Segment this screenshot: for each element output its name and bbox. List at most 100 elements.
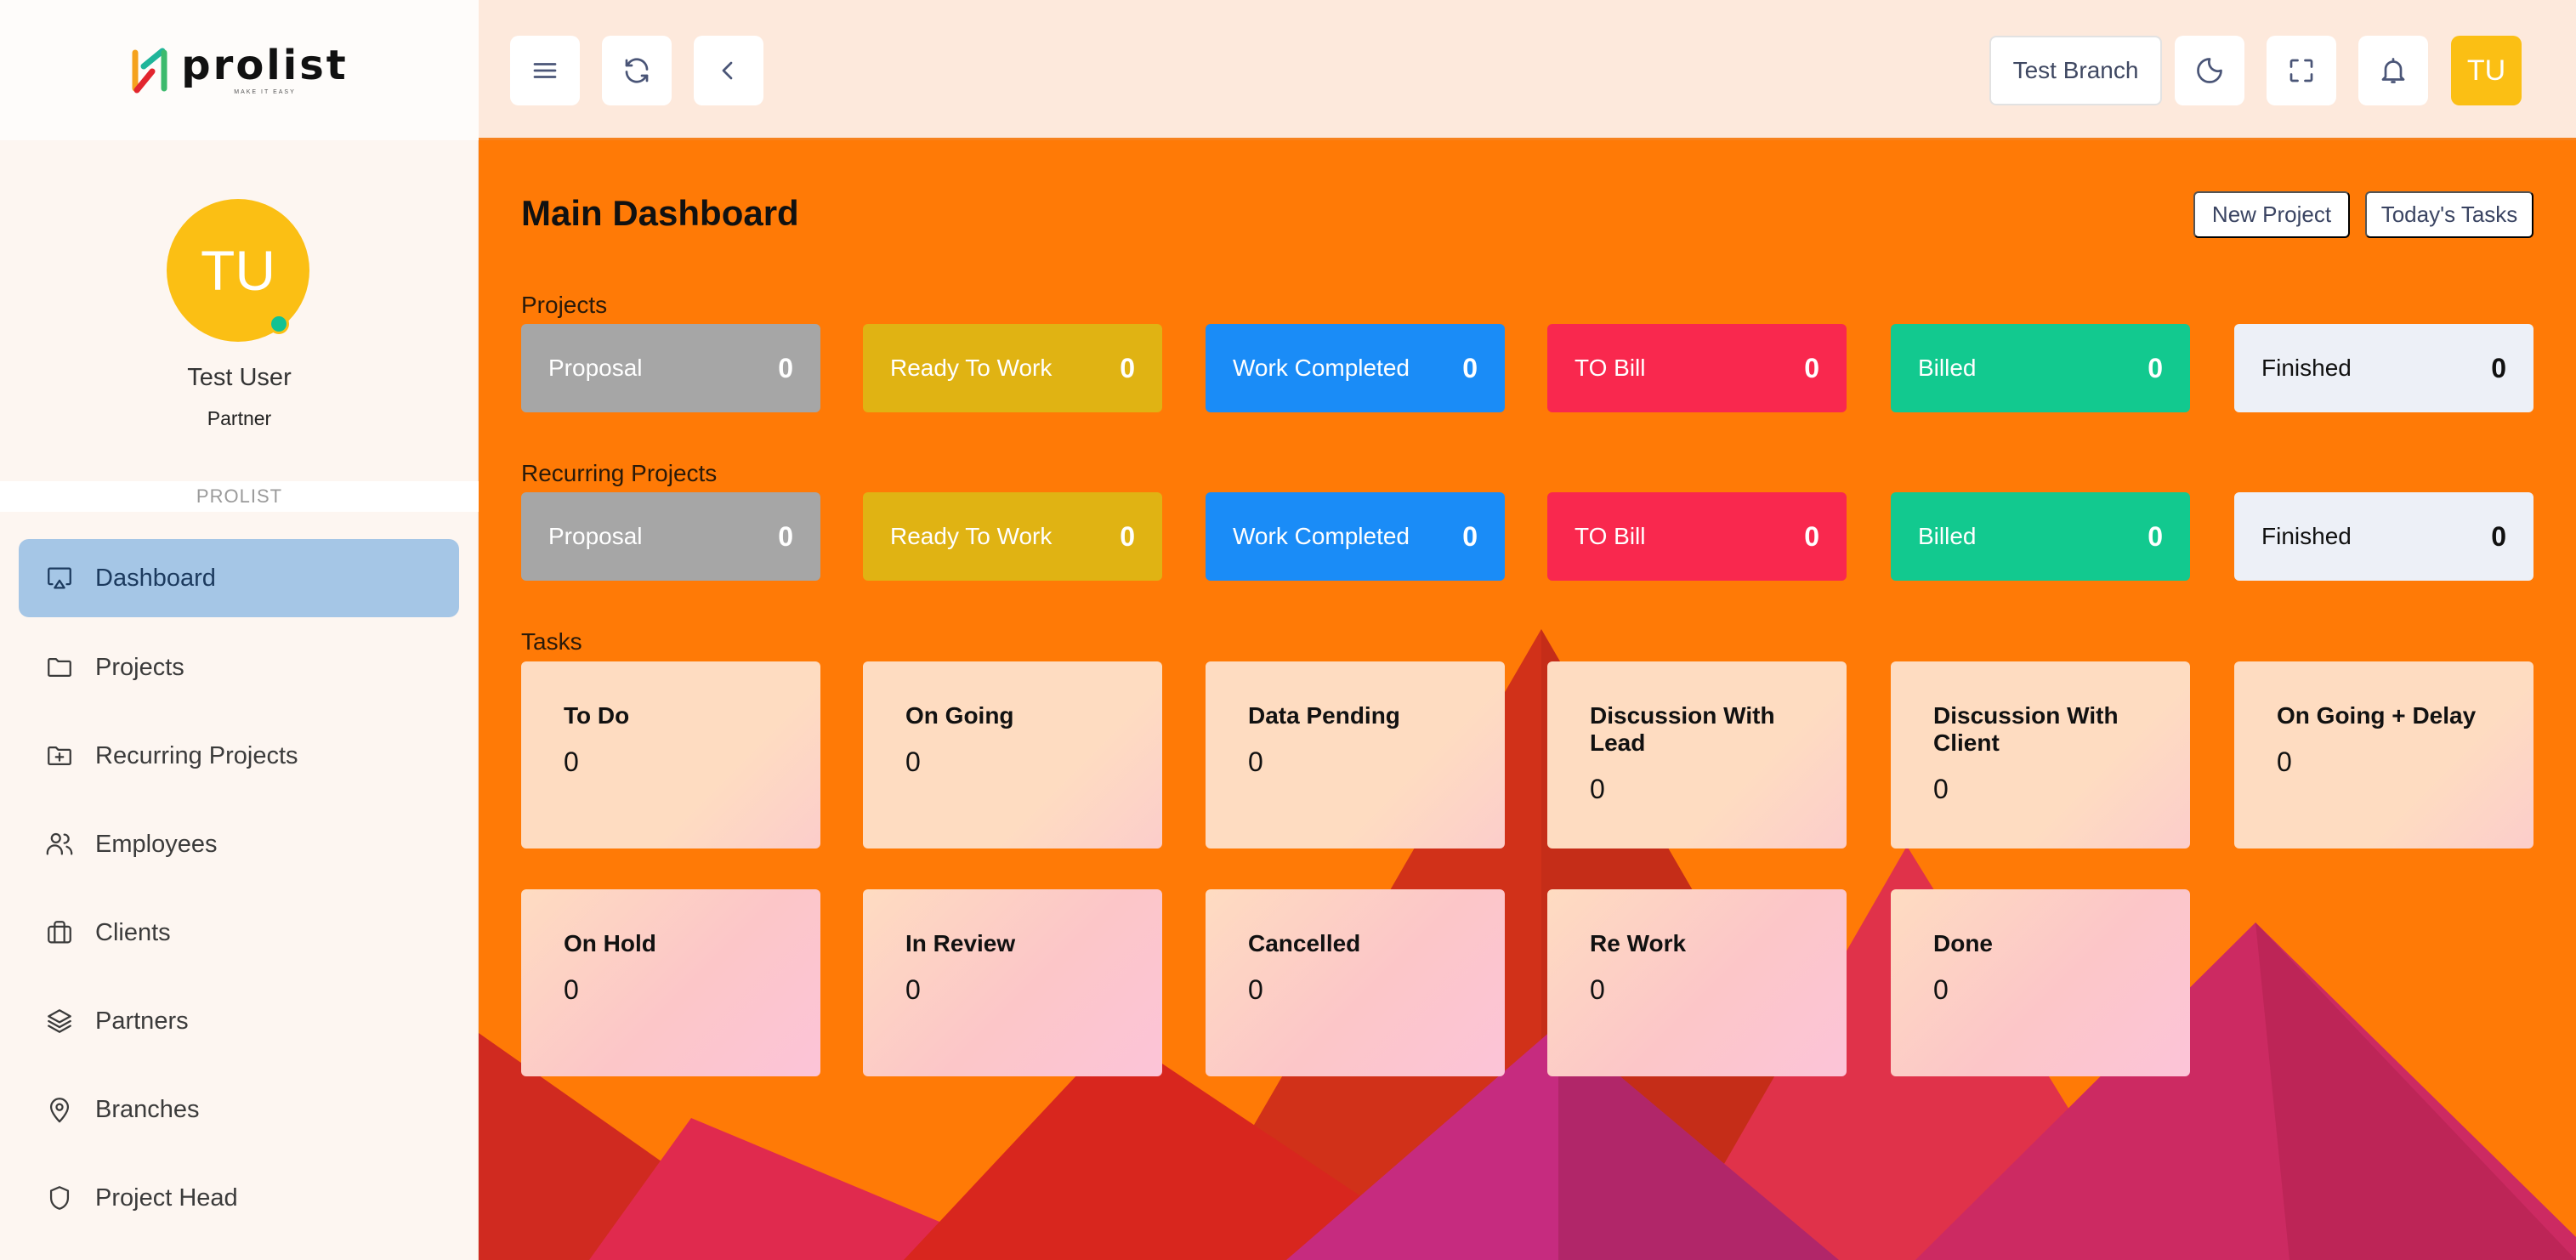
prolist-logo-icon xyxy=(132,48,167,93)
sidebar-section-title: PROLIST xyxy=(0,481,479,512)
recurring-card-billed[interactable]: Billed 0 xyxy=(1891,492,2190,581)
task-status-label: On Hold xyxy=(564,930,656,956)
task-status-count: 0 xyxy=(1590,774,1605,805)
sidebar-item-label: Employees xyxy=(95,830,218,858)
status-label: Billed xyxy=(1918,523,1977,549)
status-count: 0 xyxy=(1120,352,1135,383)
page-title: Main Dashboard xyxy=(521,193,799,233)
bell-icon xyxy=(2381,58,2405,83)
sidebar-item-label: Project Head xyxy=(95,1183,238,1212)
task-status-label: In Review xyxy=(905,930,1016,956)
status-count: 0 xyxy=(1804,352,1819,383)
task-status-label: Done xyxy=(1933,930,1993,956)
task-card-re-work[interactable]: Re Work 0 xyxy=(1547,889,1847,1076)
sidebar-item-label: Branches xyxy=(95,1095,200,1123)
status-count: 0 xyxy=(1462,352,1478,383)
sidebar-item-partners[interactable]: Partners xyxy=(19,982,459,1060)
status-label: Billed xyxy=(1918,355,1977,381)
sidebar-item-recurring-projects[interactable]: Recurring Projects xyxy=(19,717,459,795)
task-status-label: Discussion With Lead xyxy=(1590,702,1775,757)
projects-card-proposal[interactable]: Proposal 0 xyxy=(521,324,820,412)
sidebar-item-project-head[interactable]: Project Head xyxy=(19,1159,459,1237)
task-status-count: 0 xyxy=(1933,774,1949,805)
recurring-projects-section-label: Recurring Projects xyxy=(521,460,718,486)
status-count: 0 xyxy=(2491,352,2506,383)
sidebar-item-dashboard[interactable]: Dashboard xyxy=(19,539,459,617)
sidebar-item-label: Projects xyxy=(95,653,184,681)
task-card-to-do[interactable]: To Do 0 xyxy=(521,661,820,849)
top-bar: Test Branch TU xyxy=(479,0,2576,140)
task-card-discussion-with-lead[interactable]: Discussion With Lead 0 xyxy=(1547,661,1847,849)
sidebar-item-branches[interactable]: Branches xyxy=(19,1070,459,1149)
task-card-on-hold[interactable]: On Hold 0 xyxy=(521,889,820,1076)
todays-tasks-button[interactable]: Today's Tasks xyxy=(2365,191,2533,238)
task-card-in-review[interactable]: In Review 0 xyxy=(863,889,1162,1076)
task-status-count: 0 xyxy=(1248,746,1263,778)
status-count: 0 xyxy=(1804,520,1819,552)
status-count: 0 xyxy=(1120,520,1135,552)
task-card-on-going-delay[interactable]: On Going + Delay 0 xyxy=(2234,661,2533,849)
task-status-label: Data Pending xyxy=(1248,702,1400,729)
task-status-count: 0 xyxy=(905,746,921,778)
sidebar-item-label: Partners xyxy=(95,1007,189,1035)
projects-card-work-completed[interactable]: Work Completed 0 xyxy=(1206,324,1505,412)
refresh-icon xyxy=(625,58,649,83)
task-status-label: To Do xyxy=(564,702,630,729)
refresh-button[interactable] xyxy=(602,36,672,105)
recurring-card-work-completed[interactable]: Work Completed 0 xyxy=(1206,492,1505,581)
task-status-count: 0 xyxy=(564,974,579,1006)
status-label: Ready To Work xyxy=(890,355,1053,381)
status-label: Work Completed xyxy=(1233,523,1410,549)
status-count: 0 xyxy=(778,352,793,383)
task-card-cancelled[interactable]: Cancelled 0 xyxy=(1206,889,1505,1076)
branch-selector-button[interactable]: Test Branch xyxy=(1989,36,2162,105)
sidebar-item-clients[interactable]: Clients xyxy=(19,894,459,972)
folder-plus-icon xyxy=(44,741,75,771)
recurring-card-to-bill[interactable]: TO Bill 0 xyxy=(1547,492,1847,581)
task-card-data-pending[interactable]: Data Pending 0 xyxy=(1206,661,1505,849)
projects-card-billed[interactable]: Billed 0 xyxy=(1891,324,2190,412)
recurring-card-finished[interactable]: Finished 0 xyxy=(2234,492,2533,581)
recurring-card-proposal[interactable]: Proposal 0 xyxy=(521,492,820,581)
profile-initials: TU xyxy=(201,239,275,302)
fullscreen-button[interactable] xyxy=(2267,36,2336,105)
menu-toggle-button[interactable] xyxy=(510,36,580,105)
task-status-count: 0 xyxy=(1590,974,1605,1006)
projects-card-ready-to-work[interactable]: Ready To Work 0 xyxy=(863,324,1162,412)
user-menu-button[interactable]: TU xyxy=(2451,36,2522,105)
logo[interactable]: prolist MAKE IT EASY xyxy=(130,45,348,95)
sidebar-item-projects[interactable]: Projects xyxy=(19,628,459,707)
status-label: Ready To Work xyxy=(890,523,1053,549)
status-label: Finished xyxy=(2261,355,2352,381)
status-label: TO Bill xyxy=(1575,523,1646,549)
status-count: 0 xyxy=(2491,520,2506,552)
status-count: 0 xyxy=(2148,352,2163,383)
task-status-count: 0 xyxy=(564,746,579,778)
task-card-on-going[interactable]: On Going 0 xyxy=(863,661,1162,849)
theme-toggle-button[interactable] xyxy=(2175,36,2244,105)
shield-icon xyxy=(44,1183,75,1213)
projects-card-to-bill[interactable]: TO Bill 0 xyxy=(1547,324,1847,412)
recurring-card-ready-to-work[interactable]: Ready To Work 0 xyxy=(863,492,1162,581)
sidebar-item-employees[interactable]: Employees xyxy=(19,805,459,883)
profile-name: Test User xyxy=(187,364,292,391)
status-label: Proposal xyxy=(548,355,643,381)
notifications-button[interactable] xyxy=(2358,36,2428,105)
chevron-left-icon xyxy=(722,61,733,80)
status-count: 0 xyxy=(1462,520,1478,552)
task-status-count: 0 xyxy=(2277,746,2292,778)
task-card-discussion-with-client[interactable]: Discussion With Client 0 xyxy=(1891,661,2190,849)
task-status-label: On Going xyxy=(905,702,1014,729)
briefcase-icon xyxy=(44,917,75,948)
projects-card-finished[interactable]: Finished 0 xyxy=(2234,324,2533,412)
back-button[interactable] xyxy=(694,36,763,105)
task-card-done[interactable]: Done 0 xyxy=(1891,889,2190,1076)
status-count: 0 xyxy=(2148,520,2163,552)
status-label: Work Completed xyxy=(1233,355,1410,381)
status-label: Finished xyxy=(2261,523,2352,549)
sidebar-item-label: Dashboard xyxy=(95,564,216,592)
sidebar: prolist MAKE IT EASY TU Test User Partne… xyxy=(0,0,479,1260)
online-status-indicator xyxy=(269,314,289,334)
new-project-button[interactable]: New Project xyxy=(2193,191,2350,238)
task-status-count: 0 xyxy=(1248,974,1263,1006)
